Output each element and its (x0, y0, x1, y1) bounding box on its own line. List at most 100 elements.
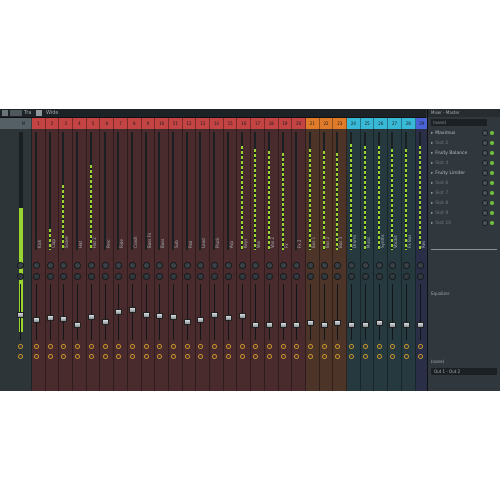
pan-knob[interactable] (224, 262, 232, 269)
mixer-strip[interactable]: 12 Pad (183, 118, 197, 391)
route-icon[interactable] (308, 344, 313, 349)
route-icon[interactable] (294, 344, 300, 349)
route-icon[interactable] (376, 344, 382, 349)
pan-knob[interactable] (334, 262, 342, 269)
route-icon[interactable] (116, 354, 122, 359)
route-icon[interactable] (349, 344, 355, 349)
volume-fader[interactable] (115, 309, 123, 315)
volume-fader[interactable] (211, 311, 219, 318)
route-icon[interactable] (266, 354, 272, 359)
pan-knob[interactable] (33, 262, 40, 269)
stereo-knob[interactable] (307, 273, 314, 280)
route-icon[interactable] (157, 344, 163, 349)
pan-knob[interactable] (197, 262, 205, 269)
stereo-knob[interactable] (320, 273, 328, 280)
stereo-knob[interactable] (334, 273, 342, 280)
volume-fader[interactable] (156, 313, 164, 319)
expand-icon[interactable]: ▸ (431, 159, 433, 168)
mixer-strip[interactable]: 8 Crash (128, 118, 142, 391)
pan-knob[interactable] (348, 262, 356, 269)
mixer-strip[interactable]: 3 Snare (59, 118, 74, 391)
pan-knob[interactable] (17, 262, 24, 269)
expand-icon[interactable]: ▸ (431, 149, 433, 158)
route-icon[interactable] (88, 354, 94, 359)
effect-slot[interactable]: ▸ Fruity Limiter (431, 169, 497, 178)
stereo-knob[interactable] (128, 273, 136, 280)
enable-led-icon[interactable] (490, 181, 494, 185)
volume-fader[interactable] (252, 321, 260, 328)
enable-led-icon[interactable] (490, 221, 494, 225)
route-icon[interactable] (102, 344, 108, 349)
stereo-knob[interactable] (33, 273, 40, 280)
volume-fader[interactable] (170, 314, 177, 320)
pan-knob[interactable] (87, 262, 95, 269)
stereo-knob[interactable] (375, 273, 383, 280)
expand-icon[interactable]: ▸ (431, 209, 433, 218)
pan-knob[interactable] (115, 262, 123, 269)
route-icon[interactable] (143, 344, 149, 349)
eq-curve[interactable] (431, 249, 497, 250)
enable-led-icon[interactable] (490, 131, 494, 135)
enable-led-icon[interactable] (490, 161, 494, 165)
pan-knob[interactable] (211, 262, 219, 269)
effect-slot[interactable]: ▸ Slot 6 (431, 179, 497, 188)
stereo-knob[interactable] (115, 273, 123, 280)
route-icon[interactable] (61, 354, 67, 359)
route-icon[interactable] (390, 354, 396, 359)
stereo-knob[interactable] (224, 273, 232, 280)
expand-icon[interactable]: ▸ (431, 139, 433, 148)
stereo-knob[interactable] (170, 273, 177, 280)
mixer-strip[interactable]: 14 Pluck (210, 118, 224, 391)
route-icon[interactable] (198, 354, 204, 359)
route-icon[interactable] (129, 354, 135, 359)
route-icon[interactable] (253, 354, 259, 359)
stereo-knob[interactable] (156, 273, 164, 280)
route-icon[interactable] (157, 354, 163, 359)
route-icon[interactable] (129, 344, 135, 349)
effect-slot[interactable]: ▸ Slot 2 (431, 139, 497, 148)
route-icon[interactable] (239, 344, 245, 349)
preset-selector[interactable]: (none) (431, 119, 487, 126)
mixer-strip[interactable]: 25 Music (361, 118, 375, 391)
route-icon[interactable] (239, 354, 245, 359)
pan-knob[interactable] (402, 262, 410, 269)
mix-knob[interactable] (482, 210, 488, 216)
expand-icon[interactable]: ▸ (431, 129, 433, 138)
volume-fader[interactable] (402, 321, 410, 328)
mix-knob[interactable] (482, 180, 488, 186)
route-icon[interactable] (143, 354, 149, 359)
route-icon[interactable] (116, 344, 122, 349)
stereo-knob[interactable] (416, 273, 424, 280)
stereo-knob[interactable] (87, 273, 95, 280)
volume-fader[interactable] (142, 311, 150, 318)
route-icon[interactable] (225, 354, 231, 359)
route-icon[interactable] (362, 344, 368, 349)
volume-fader[interactable] (183, 319, 191, 325)
volume-fader[interactable] (74, 321, 82, 328)
mix-knob[interactable] (482, 130, 488, 136)
route-icon[interactable] (225, 344, 231, 349)
stereo-knob[interactable] (279, 273, 287, 280)
stereo-knob[interactable] (74, 273, 82, 280)
route-icon[interactable] (376, 354, 382, 359)
mixer-strip[interactable]: 13 Lead (196, 118, 211, 391)
pan-knob[interactable] (307, 262, 314, 269)
volume-fader[interactable] (293, 321, 301, 328)
mixer-strip[interactable]: 18 Vox 2 (265, 118, 279, 391)
route-icon[interactable] (321, 344, 327, 349)
expand-icon[interactable]: ▸ (431, 199, 433, 208)
output-selector[interactable]: Out 1 - Out 2 (431, 368, 497, 375)
pan-knob[interactable] (60, 262, 68, 269)
expand-icon[interactable]: ▸ (431, 189, 433, 198)
mixer-strip[interactable]: 15 Arp (224, 118, 238, 391)
volume-fader[interactable] (320, 321, 328, 328)
stereo-knob[interactable] (348, 273, 356, 280)
enable-led-icon[interactable] (490, 141, 494, 145)
route-icon[interactable] (362, 354, 368, 359)
volume-fader[interactable] (33, 316, 40, 323)
pan-knob[interactable] (238, 262, 246, 269)
mix-knob[interactable] (482, 200, 488, 206)
route-icon[interactable] (212, 344, 218, 349)
route-icon[interactable] (321, 354, 327, 359)
volume-fader[interactable] (389, 321, 397, 328)
